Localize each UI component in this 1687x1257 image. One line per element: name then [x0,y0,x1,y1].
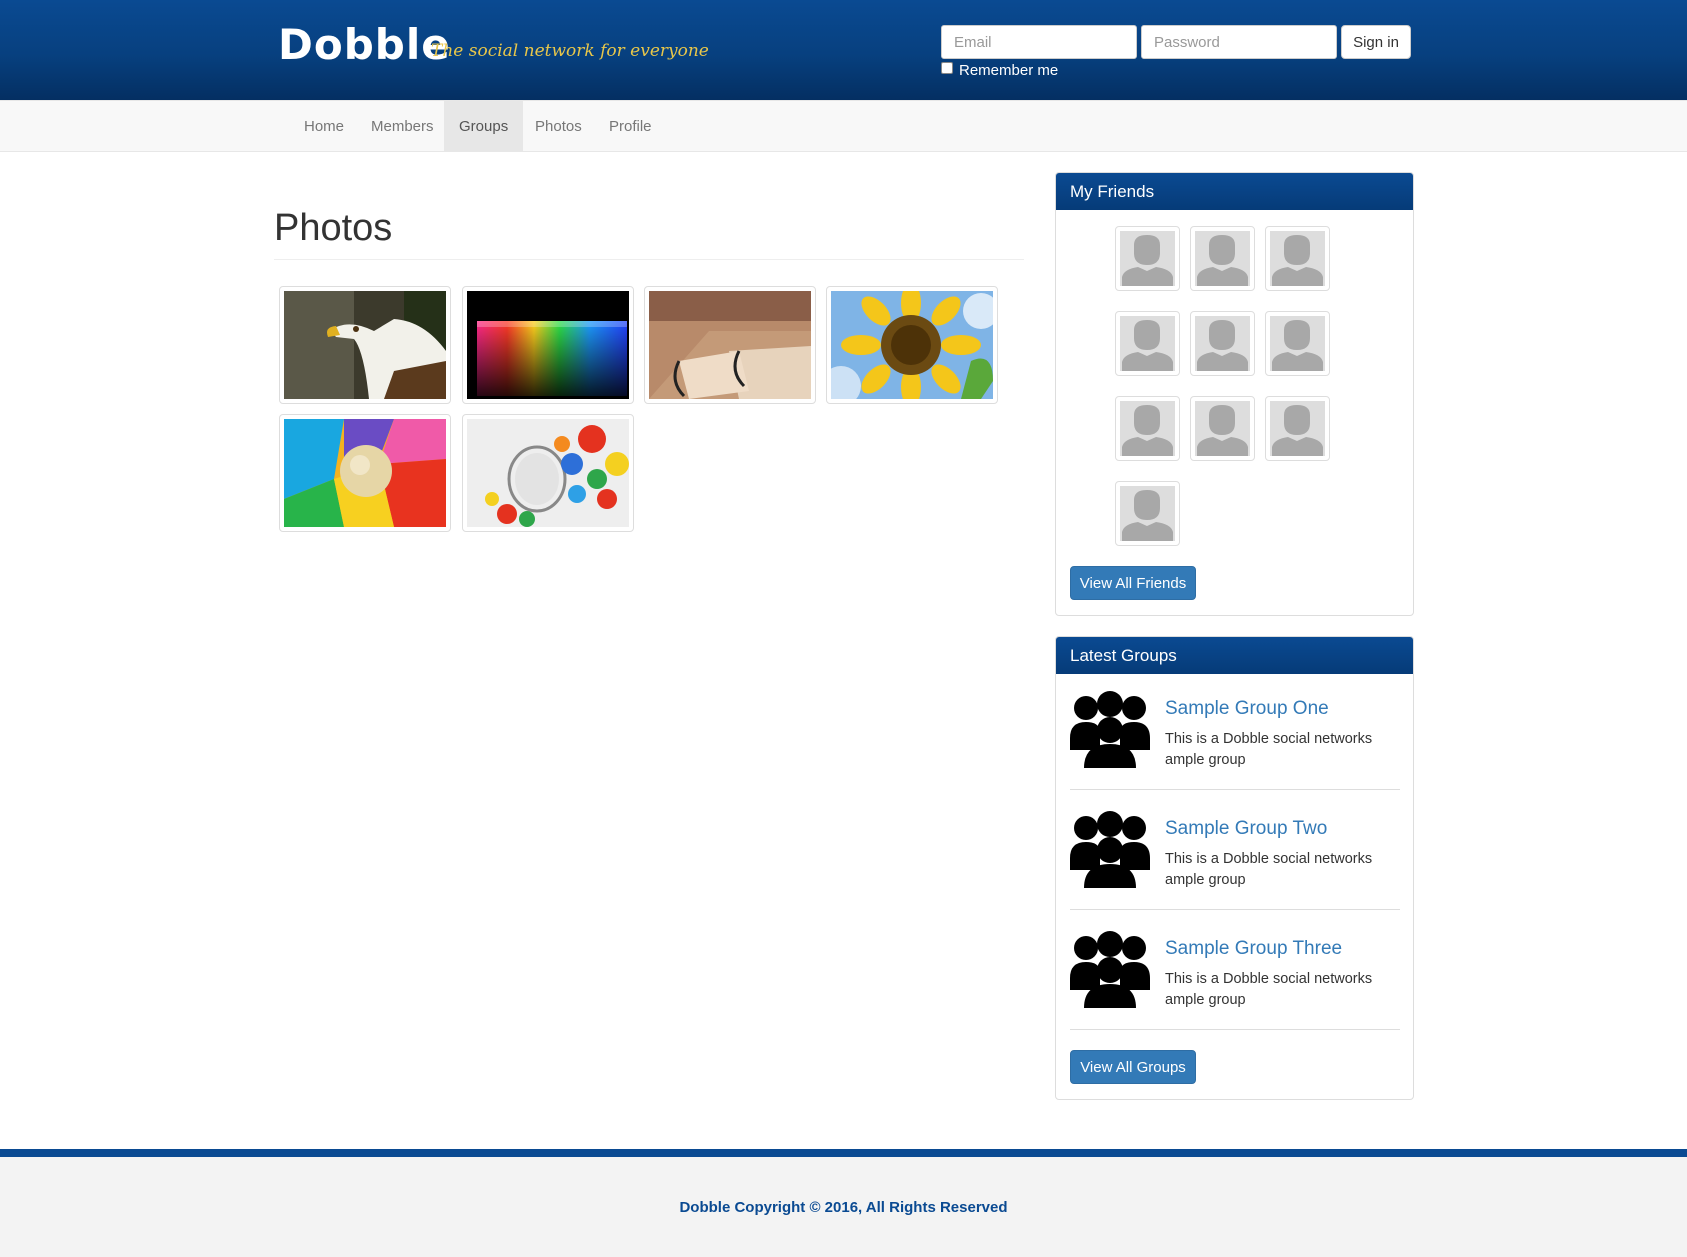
friend-avatar[interactable] [1115,396,1180,461]
copyright-text: Dobble Copyright © 2016, All Rights Rese… [679,1199,1008,1216]
group-description: This is a Dobble social networks ample g… [1165,851,1373,888]
group-name-link[interactable]: Sample Group Three [1165,938,1342,960]
group-divider [1070,789,1400,790]
title-divider [274,259,1024,260]
nav-item-members[interactable]: Members [356,101,449,152]
group-name-link[interactable]: Sample Group One [1165,698,1329,720]
photo-thumbnail-colored-tubes[interactable] [462,286,634,404]
avatar-placeholder-icon [1270,401,1325,456]
photo-thumbnail-marbles-jar[interactable] [462,414,634,532]
footer-accent-bar [0,1149,1687,1157]
friend-avatar[interactable] [1265,226,1330,291]
group-icon [1070,931,1150,1008]
remember-me-label: Remember me [959,62,1059,79]
group-icon [1070,811,1150,888]
site-footer: Dobble Copyright © 2016, All Rights Rese… [0,1157,1687,1257]
latest-groups-panel: Latest Groups Sample Group One This is a… [1055,636,1414,1100]
group-description: This is a Dobble social networks ample g… [1165,971,1373,1008]
view-all-friends-button[interactable]: View All Friends [1070,566,1196,600]
friend-avatar[interactable] [1190,226,1255,291]
nav-item-groups[interactable]: Groups [444,101,524,152]
view-all-groups-button[interactable]: View All Groups [1070,1050,1196,1084]
email-input[interactable] [941,25,1137,59]
my-friends-heading: My Friends [1056,173,1413,210]
nav-item-home[interactable]: Home [289,101,359,152]
avatar-placeholder-icon [1120,231,1175,286]
password-input[interactable] [1141,25,1337,59]
remember-me-checkbox[interactable] [941,61,953,74]
photo-thumbnail-park-bench[interactable] [644,286,816,404]
group-item: Sample Group One This is a Dobble social… [1070,674,1400,794]
brand-logo[interactable]: Dobble [278,20,451,69]
friend-avatar[interactable] [1265,396,1330,461]
page-title: Photos [274,207,393,249]
group-description: This is a Dobble social networks ample g… [1165,731,1373,768]
site-header: Dobble The social network for everyone S… [0,0,1687,100]
main-nav: Home Members Groups Photos Profile [0,100,1687,152]
friend-avatar[interactable] [1190,311,1255,376]
avatar-placeholder-icon [1195,401,1250,456]
group-divider [1070,909,1400,910]
group-item: Sample Group Three This is a Dobble soci… [1070,914,1400,1034]
avatar-placeholder-icon [1195,316,1250,371]
sign-in-button[interactable]: Sign in [1341,25,1411,59]
photo-thumbnail-sunflower[interactable] [826,286,998,404]
group-icon [1070,691,1150,768]
nav-item-profile[interactable]: Profile [594,101,667,152]
group-item: Sample Group Two This is a Dobble social… [1070,794,1400,914]
photo-thumbnail-colorful-ball[interactable] [279,414,451,532]
avatar-placeholder-icon [1195,231,1250,286]
brand-tagline: The social network for everyone [431,41,709,61]
friend-avatar[interactable] [1115,481,1180,546]
avatar-placeholder-icon [1120,316,1175,371]
nav-item-photos[interactable]: Photos [520,101,597,152]
photo-thumbnail-eagle[interactable] [279,286,451,404]
avatar-placeholder-icon [1270,231,1325,286]
group-name-link[interactable]: Sample Group Two [1165,818,1327,840]
friend-avatar[interactable] [1190,396,1255,461]
friend-avatar[interactable] [1115,311,1180,376]
avatar-placeholder-icon [1120,486,1175,541]
remember-me: Remember me [941,61,1059,79]
friend-avatar[interactable] [1115,226,1180,291]
group-divider [1070,1029,1400,1030]
latest-groups-heading: Latest Groups [1056,637,1413,674]
avatar-placeholder-icon [1120,401,1175,456]
avatar-placeholder-icon [1270,316,1325,371]
friend-avatar[interactable] [1265,311,1330,376]
